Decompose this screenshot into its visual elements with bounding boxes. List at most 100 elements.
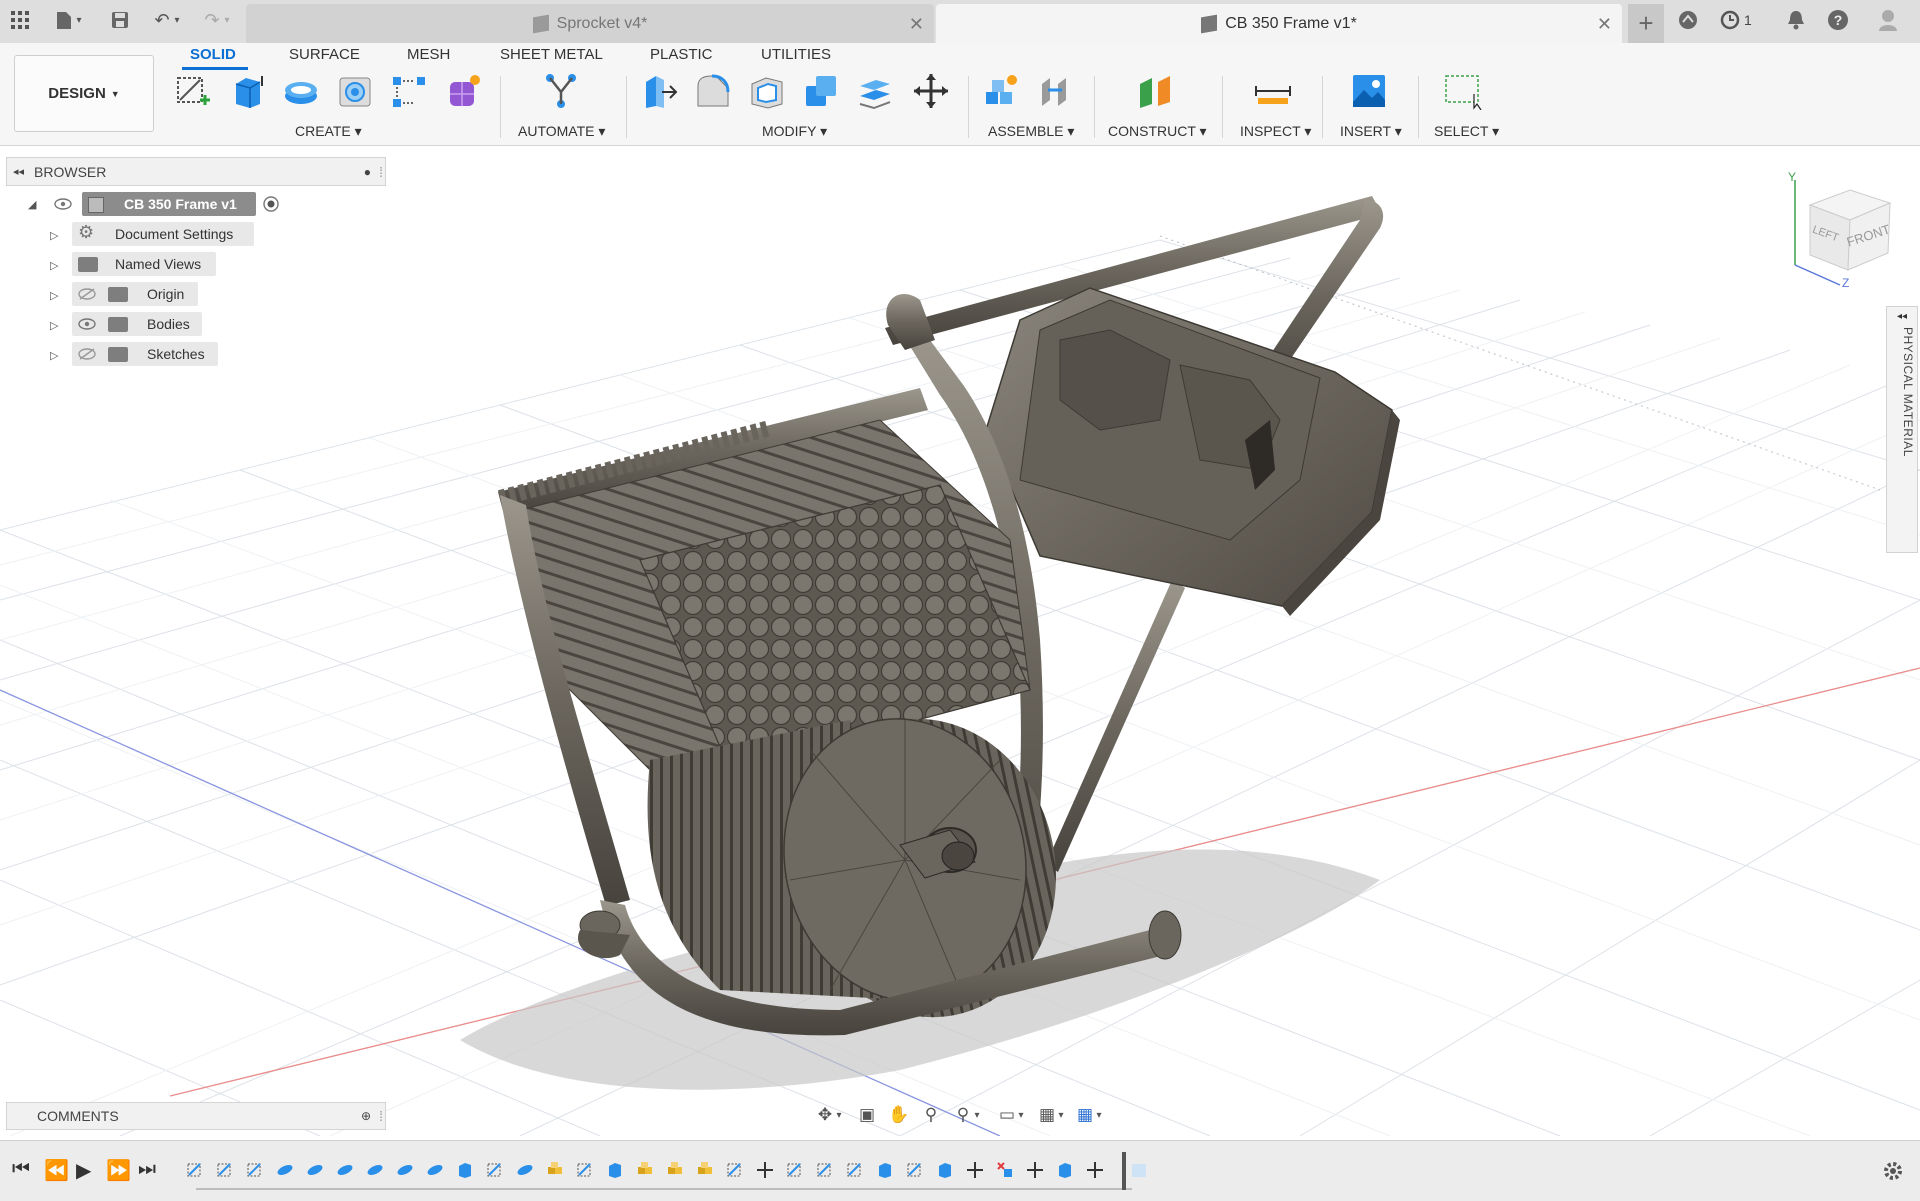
timeline-sweep-icon[interactable] <box>366 1161 384 1179</box>
modify-group-label[interactable]: MODIFY ▾ <box>762 123 827 140</box>
timeline-sketch-icon[interactable] <box>576 1161 594 1179</box>
timeline-sweep-icon[interactable] <box>516 1161 534 1179</box>
extensions-icon[interactable] <box>1676 8 1700 32</box>
visibility-eye-icon[interactable] <box>78 318 96 330</box>
insert-image-icon[interactable] <box>1350 72 1388 110</box>
timeline-extrude-icon[interactable] <box>936 1161 954 1179</box>
workspace-switcher-button[interactable]: DESIGN ▼ <box>14 55 154 132</box>
timeline-component-icon[interactable] <box>546 1161 564 1179</box>
minimize-panel-icon[interactable]: ● <box>364 165 371 179</box>
undo-chevron-icon[interactable]: ▾ <box>170 8 184 32</box>
zoom-icon[interactable]: ⚲ <box>918 1104 944 1126</box>
timeline-settings-gear-icon[interactable] <box>1882 1160 1904 1182</box>
assemble-group-label[interactable]: ASSEMBLE ▾ <box>988 123 1074 140</box>
timeline-component-icon[interactable] <box>666 1161 684 1179</box>
timeline-sweep-icon[interactable] <box>306 1161 324 1179</box>
insert-group-label[interactable]: INSERT ▾ <box>1340 123 1402 140</box>
offset-plane-icon[interactable] <box>1136 72 1174 110</box>
visibility-hidden-icon[interactable] <box>78 288 96 300</box>
display-chevron-icon[interactable]: ▾ <box>1014 1104 1028 1126</box>
select-window-icon[interactable] <box>1444 72 1482 110</box>
timeline-last-icon[interactable]: ⏭ <box>138 1158 156 1181</box>
browser-panel-header[interactable]: ◂◂ BROWSER ● ⁞ <box>6 157 386 186</box>
job-status-icon[interactable] <box>1718 8 1742 32</box>
timeline-next-icon[interactable]: ⏩ <box>106 1158 131 1183</box>
timeline-first-icon[interactable]: ⏮ <box>12 1158 30 1181</box>
activate-radio-icon[interactable] <box>262 195 280 213</box>
save-icon[interactable] <box>108 8 132 32</box>
expand-icon[interactable]: ▷ <box>50 259 58 272</box>
timeline-sketch-icon[interactable] <box>486 1161 504 1179</box>
timeline-sweep-icon[interactable] <box>396 1161 414 1179</box>
timeline-suppressed-feature-icon[interactable] <box>1130 1161 1148 1179</box>
timeline-play-icon[interactable]: ▶ <box>76 1158 91 1183</box>
create-group-label[interactable]: CREATE ▾ <box>295 123 362 140</box>
physical-material-panel-tab[interactable]: ◂◂ PHYSICAL MATERIAL <box>1886 306 1918 553</box>
create-sketch-icon[interactable] <box>174 72 212 110</box>
timeline-sketch-icon[interactable] <box>726 1161 744 1179</box>
timeline-extrude-icon[interactable] <box>876 1161 894 1179</box>
timeline-sweep-icon[interactable] <box>336 1161 354 1179</box>
visibility-eye-icon[interactable] <box>54 198 72 210</box>
help-icon[interactable]: ? <box>1826 8 1850 32</box>
pattern-icon[interactable] <box>390 72 428 110</box>
orbit-chevron-icon[interactable]: ▾ <box>832 1104 846 1126</box>
close-tab-icon[interactable]: ✕ <box>909 14 924 35</box>
combine-icon[interactable] <box>802 72 840 110</box>
timeline-sketch-icon[interactable] <box>216 1161 234 1179</box>
revolve-icon[interactable] <box>282 72 320 110</box>
expand-panel-icon[interactable]: ◂◂ <box>1897 311 1907 322</box>
tab-solid[interactable]: SOLID <box>190 46 236 63</box>
new-tab-icon[interactable]: + <box>1628 4 1664 43</box>
timeline-extrude-icon[interactable] <box>1056 1161 1074 1179</box>
redo-chevron-icon[interactable]: ▾ <box>220 8 234 32</box>
visibility-hidden-icon[interactable] <box>78 348 96 360</box>
tab-mesh[interactable]: MESH <box>407 46 450 63</box>
timeline-extrude-icon[interactable] <box>606 1161 624 1179</box>
app-grid-icon[interactable] <box>8 8 32 32</box>
timeline-sketch-icon[interactable] <box>816 1161 834 1179</box>
timeline-move-icon[interactable] <box>1026 1161 1044 1179</box>
hole-icon[interactable] <box>336 72 374 110</box>
collapse-panel-icon[interactable]: ◂◂ <box>13 165 24 178</box>
press-pull-icon[interactable] <box>640 72 678 110</box>
inspect-group-label[interactable]: INSPECT ▾ <box>1240 123 1311 140</box>
timeline-previous-icon[interactable]: ⏪ <box>44 1158 69 1183</box>
file-menu-chevron-icon[interactable]: ▾ <box>72 8 86 32</box>
timeline-sweep-icon[interactable] <box>276 1161 294 1179</box>
close-tab-icon[interactable]: ✕ <box>1597 14 1612 35</box>
timeline-split-icon[interactable] <box>996 1161 1014 1179</box>
look-at-icon[interactable]: ▣ <box>854 1104 880 1126</box>
automate-icon[interactable] <box>542 72 580 110</box>
timeline-sketch-icon[interactable] <box>186 1161 204 1179</box>
tab-plastic[interactable]: PLASTIC <box>650 46 713 63</box>
pan-hand-icon[interactable]: ✋ <box>886 1104 912 1126</box>
joint-icon[interactable] <box>1036 72 1074 110</box>
create-form-icon[interactable] <box>444 72 482 110</box>
expand-icon[interactable]: ▷ <box>50 319 58 332</box>
timeline-sketch-icon[interactable] <box>846 1161 864 1179</box>
tab-sheet-metal[interactable]: SHEET METAL <box>500 46 603 63</box>
comments-panel-header[interactable]: COMMENTS ⊕ ⁞ <box>6 1102 386 1130</box>
grid-chevron-icon[interactable]: ▾ <box>1054 1104 1068 1126</box>
expand-icon[interactable]: ▷ <box>50 229 58 242</box>
timeline-component-icon[interactable] <box>636 1161 654 1179</box>
3d-viewport[interactable] <box>0 146 1920 1136</box>
replace-face-icon[interactable] <box>856 72 894 110</box>
shell-icon[interactable] <box>748 72 786 110</box>
viewports-chevron-icon[interactable]: ▾ <box>1092 1104 1106 1126</box>
expand-icon[interactable]: ▷ <box>50 289 58 302</box>
timeline-sketch-icon[interactable] <box>786 1161 804 1179</box>
automate-group-label[interactable]: AUTOMATE ▾ <box>518 123 605 140</box>
panel-resize-handle[interactable]: ⁞ <box>379 1108 383 1124</box>
add-comment-icon[interactable]: ⊕ <box>361 1109 371 1123</box>
new-component-icon[interactable] <box>982 72 1020 110</box>
expand-icon[interactable]: ▷ <box>50 349 58 362</box>
measure-icon[interactable] <box>1254 72 1292 110</box>
timeline-move-icon[interactable] <box>966 1161 984 1179</box>
document-tab-sprocket[interactable]: Sprocket v4* ✕ <box>246 4 934 43</box>
expand-collapse-icon[interactable]: ◢ <box>28 198 36 211</box>
timeline-component-icon[interactable] <box>696 1161 714 1179</box>
zoom-chevron-icon[interactable]: ▾ <box>970 1104 984 1126</box>
select-group-label[interactable]: SELECT ▾ <box>1434 123 1499 140</box>
